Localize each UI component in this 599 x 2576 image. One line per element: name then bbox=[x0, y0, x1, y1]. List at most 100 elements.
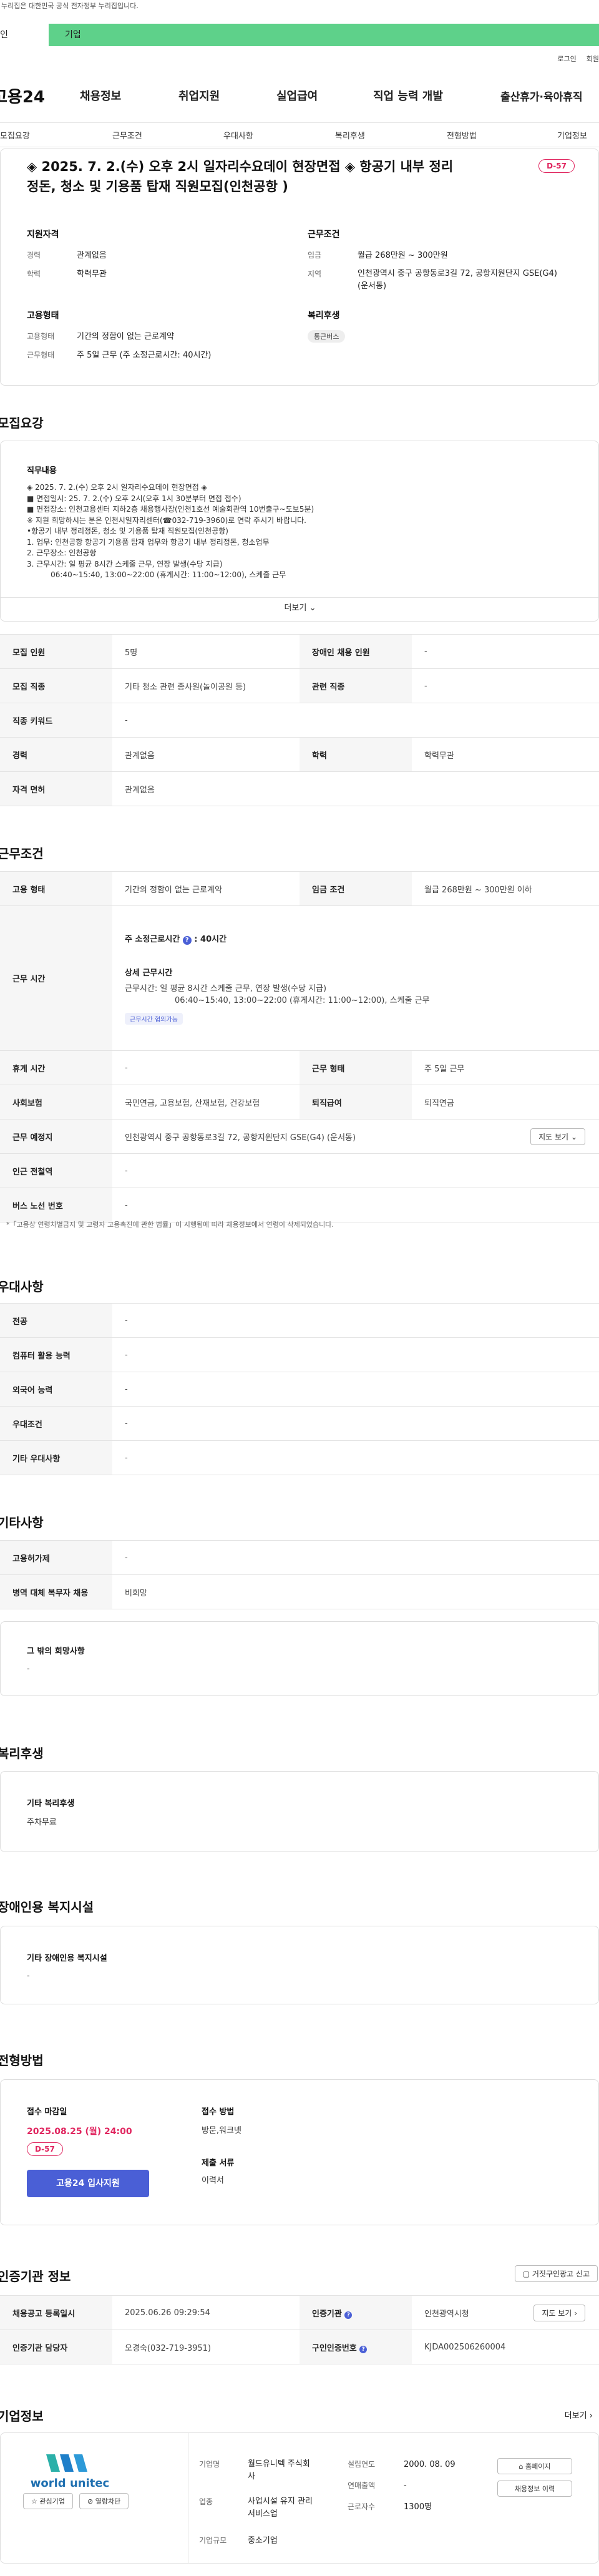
tab-personal[interactable]: 인 bbox=[0, 24, 49, 46]
fav-button[interactable]: ☆ 관심기업 bbox=[23, 2493, 73, 2509]
job-description: ◈ 2025. 7. 2.(수) 오후 2시 일자리수요데이 현장면접 ◈ ■ … bbox=[27, 483, 314, 579]
company-logo-icon bbox=[46, 2454, 87, 2472]
career-value: 관계없음 bbox=[77, 251, 107, 260]
tab-company[interactable]: 기업 bbox=[49, 24, 81, 46]
work-table: 고용 형태 기간의 정함이 없는 근로계약 임금 조건 월급 268만원 ~ 300만… bbox=[0, 871, 599, 1222]
company-logo: world unitec bbox=[23, 2452, 117, 2490]
gnb-item[interactable]: 출산휴가·육아휴직 bbox=[500, 88, 583, 104]
emptype-label: 고용형태 bbox=[27, 332, 55, 341]
table-row: 외국어 능력 - bbox=[0, 1372, 599, 1407]
welfare-pill: 통근버스 bbox=[308, 330, 346, 343]
table-row: 컴퓨터 활용 능력 - bbox=[0, 1337, 599, 1372]
welfare-title: 복리후생 bbox=[0, 1746, 44, 1761]
subnav-item[interactable]: 전형방법 bbox=[447, 129, 477, 141]
dday-badge: D-57 bbox=[27, 2142, 63, 2156]
gnb-item[interactable]: 실업급여 bbox=[276, 87, 318, 104]
area-label: 지역 bbox=[308, 270, 322, 278]
block-icon: ⊘ bbox=[87, 2497, 94, 2505]
subnav-item[interactable]: 복리후생 bbox=[335, 129, 365, 141]
star-icon: ☆ bbox=[31, 2497, 37, 2505]
disabled-card: 기타 장애인용 복지시설 - bbox=[0, 1926, 599, 2004]
emp-heading: 고용형태 bbox=[27, 311, 59, 321]
table-row: 경력 관계없음 학력 학력무관 bbox=[0, 737, 599, 772]
apply-button[interactable]: 고용24 입사지원 bbox=[27, 2170, 149, 2197]
table-row: 기타 우대사항 - bbox=[0, 1440, 599, 1475]
worktype-value: 주 5일 근무 (주 소정근로시간: 40시간) bbox=[77, 351, 212, 360]
wage-label: 임금 bbox=[308, 251, 322, 260]
info-icon: ? bbox=[359, 2345, 368, 2353]
worktype-label: 근무형태 bbox=[27, 351, 55, 359]
subnav-item[interactable]: 근무조건 bbox=[112, 129, 142, 141]
chevron-right-icon: › bbox=[589, 2411, 593, 2421]
table-row: 인증기관 담당자 오경숙(032-719-3951) 구인인증번호 ? KJDA002… bbox=[0, 2330, 599, 2364]
gnb-item[interactable]: 직업 능력 개발 bbox=[373, 87, 443, 104]
deadline-value: 2025.08.25 (월) 24:00 bbox=[27, 2127, 132, 2137]
welfare-heading: 복리후생 bbox=[308, 311, 340, 321]
table-row: 근무 시간 주 소정근로시간 ? : 40시간 상세 근무시간 근무시간: 일 … bbox=[0, 905, 599, 1051]
emptype-value: 기간의 정함이 없는 근로계약 bbox=[77, 332, 174, 341]
site-tabs: 인 기업 bbox=[0, 24, 599, 46]
jobs-history-button[interactable]: 채용정보 이력 bbox=[497, 2481, 572, 2497]
sub-nav: 모집요강 근무조건 우대사항 복리후생 전형방법 기업정보 bbox=[0, 122, 599, 147]
org-map-button[interactable]: 지도 보기 › bbox=[533, 2305, 585, 2321]
signup-link[interactable]: 회원 bbox=[587, 54, 599, 64]
table-row: 고용 형태 기간의 정함이 없는 근로계약 임금 조건 월급 268만원 ~ 300만… bbox=[0, 871, 599, 906]
util-links: 로그인 회원 bbox=[557, 54, 599, 64]
table-row: 근무 예정지 인천광역시 중구 공항동로3길 72, 공항지원단지 GSE(G4)… bbox=[0, 1119, 599, 1154]
table-row: 병역 대체 복무자 채용 비희망 bbox=[0, 1574, 599, 1609]
disabled-title: 장애인용 복지시설 bbox=[0, 1900, 94, 1915]
table-row: 고용허가제 - bbox=[0, 1540, 599, 1575]
work-title: 근무조건 bbox=[0, 846, 44, 861]
table-row: 버스 노선 번호 - bbox=[0, 1188, 599, 1222]
table-row: 휴게 시간 - 근무 형태 주 5일 근무 bbox=[0, 1050, 599, 1085]
cert-table: 채용공고 등록일시 2025.06.26 09:29:54 인증기관 ? 인천광역시청… bbox=[0, 2295, 599, 2364]
job-heading: 직무내용 bbox=[27, 466, 57, 476]
chevron-right-icon: › bbox=[574, 2309, 577, 2318]
hope-card: 그 밖의 희망사항 - bbox=[0, 1621, 599, 1696]
chevron-down-icon: ⌄ bbox=[309, 603, 316, 613]
table-row: 모집 직종 기타 청소 관련 종사원(놀이공원 등) 관련 직종 - bbox=[0, 668, 599, 703]
career-label: 경력 bbox=[27, 251, 41, 260]
edu-value: 학력무관 bbox=[77, 270, 107, 279]
report-button[interactable]: ▢ 거짓구인광고 신고 bbox=[514, 2265, 598, 2282]
pref-title: 우대사항 bbox=[0, 1279, 44, 1294]
select-card: 접수 마감일 2025.08.25 (월) 24:00 D-57 고용24 입사… bbox=[0, 2079, 599, 2225]
job-title: ◈ 2025. 7. 2.(수) 오후 2시 일자리수요데이 현장면접 ◈ 항공… bbox=[27, 159, 454, 194]
table-row: 자격 면허 관계없음 bbox=[0, 771, 599, 806]
company-more-link[interactable]: 더보기 › bbox=[565, 2409, 593, 2421]
more-button[interactable]: 더보기 ⌄ bbox=[1, 601, 599, 613]
info-icon: ? bbox=[344, 2311, 353, 2319]
welfare-card: 기타 복리후생 주차무료 bbox=[0, 1771, 599, 1852]
gnb-item[interactable]: 채용정보 bbox=[80, 87, 121, 104]
cond-heading: 근무조건 bbox=[308, 230, 340, 240]
recruit-title: 모집요강 bbox=[0, 416, 44, 431]
select-title: 전형방법 bbox=[0, 2053, 44, 2068]
subnav-item[interactable]: 우대사항 bbox=[223, 129, 253, 141]
recruit-table: 모집 인원 5명 장애인 채용 인원 - 모집 직종 기타 청소 관련 종사원(놀이공원… bbox=[0, 634, 599, 806]
flex-badge: 근무시간 협의가능 bbox=[125, 1012, 183, 1025]
summary-card: ◈ 2025. 7. 2.(수) 오후 2시 일자리수요데이 현장면접 ◈ 항공… bbox=[0, 149, 599, 386]
block-button[interactable]: ⊘ 열람차단 bbox=[79, 2493, 129, 2509]
table-row: 사회보험 국민연금, 고용보험, 산재보험, 건강보험 퇴직급여 퇴직연금 bbox=[0, 1085, 599, 1120]
homepage-button[interactable]: ⌂ 홈페이지 bbox=[497, 2458, 572, 2474]
subnav-item[interactable]: 기업정보 bbox=[557, 129, 587, 141]
table-row: 우대조건 - bbox=[0, 1406, 599, 1441]
gnb-item[interactable]: 취업지원 bbox=[178, 87, 220, 104]
login-link[interactable]: 로그인 bbox=[557, 54, 576, 64]
table-row: 직종 키워드 - bbox=[0, 703, 599, 738]
edu-label: 학력 bbox=[27, 270, 41, 278]
site-logo[interactable]: 고용24 bbox=[0, 84, 74, 107]
company-card: world unitec ☆ 관심기업 ⊘ 열람차단 기업명 월드유니텍 주식회사… bbox=[0, 2432, 599, 2564]
subnav-item[interactable]: 모집요강 bbox=[0, 129, 30, 141]
company-title: 기업정보 bbox=[0, 2409, 44, 2424]
area-value: 인천광역시 중구 공항동로3길 72, 공항지원단지 GSE(G4) (운서동) bbox=[358, 269, 557, 291]
main-nav: 고용24 채용정보 취업지원 실업급여 직업 능력 개발 출산휴가·육아휴직 bbox=[0, 80, 599, 111]
gov-notice: 누리집은 대한민국 공식 전자정부 누리집입니다. bbox=[0, 0, 599, 25]
dday-badge: D-57 bbox=[538, 159, 575, 173]
age-note: *「고용상 연령차별금지 및 고령자 고용촉진에 관한 법률」이 시행됨에 따라… bbox=[6, 1221, 334, 1229]
etc-table: 고용허가제 - 병역 대체 복무자 채용 비희망 bbox=[0, 1540, 599, 1609]
wage-value: 월급 268만원 ~ 300만원 bbox=[358, 251, 448, 260]
etc-title: 기타사항 bbox=[0, 1515, 44, 1530]
map-button[interactable]: 지도 보기 ⌄ bbox=[530, 1128, 585, 1145]
qual-heading: 지원자격 bbox=[27, 230, 59, 240]
